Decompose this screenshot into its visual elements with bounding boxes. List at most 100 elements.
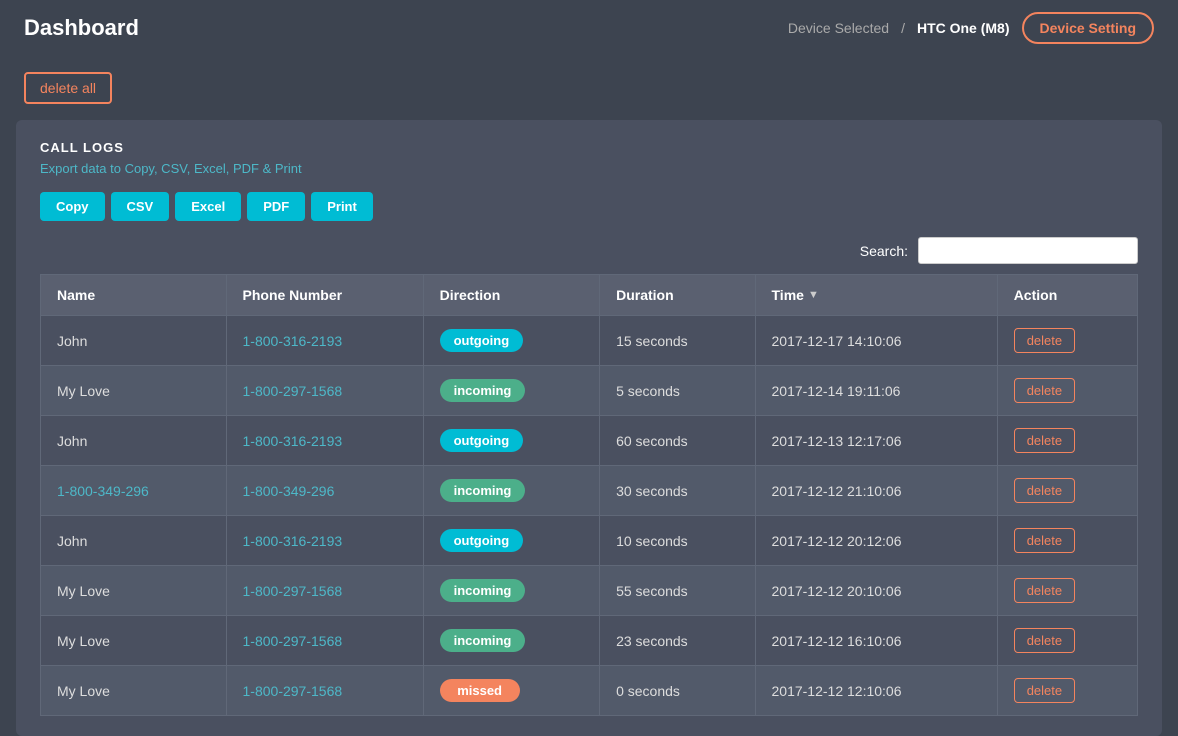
direction-badge: outgoing [440, 429, 524, 452]
cell-phone: 1-800-297-1568 [226, 666, 423, 716]
cell-action: delete [997, 466, 1137, 516]
cell-time: 2017-12-14 19:11:06 [755, 366, 997, 416]
search-label: Search: [860, 243, 908, 259]
toolbar: delete all [0, 56, 1178, 120]
delete-row-button[interactable]: delete [1014, 528, 1075, 553]
header-separator: / [901, 20, 905, 36]
col-phone: Phone Number [226, 275, 423, 316]
direction-badge: incoming [440, 629, 526, 652]
direction-badge: incoming [440, 379, 526, 402]
excel-button[interactable]: Excel [175, 192, 241, 221]
copy-button[interactable]: Copy [40, 192, 105, 221]
direction-badge: missed [440, 679, 520, 702]
export-buttons-row: Copy CSV Excel PDF Print [40, 192, 1138, 221]
cell-duration: 0 seconds [600, 666, 755, 716]
cell-name: John [41, 516, 227, 566]
cell-time: 2017-12-17 14:10:06 [755, 316, 997, 366]
cell-duration: 10 seconds [600, 516, 755, 566]
cell-duration: 55 seconds [600, 566, 755, 616]
cell-duration: 5 seconds [600, 366, 755, 416]
table-row: My Love1-800-297-1568 missed 0 seconds2017… [41, 666, 1138, 716]
cell-duration: 30 seconds [600, 466, 755, 516]
delete-row-button[interactable]: delete [1014, 578, 1075, 603]
cell-name: My Love [41, 366, 227, 416]
cell-phone: 1-800-316-2193 [226, 416, 423, 466]
cell-phone: 1-800-316-2193 [226, 516, 423, 566]
cell-direction: incoming [423, 566, 599, 616]
table-row: John1-800-316-2193outgoing15 seconds2017… [41, 316, 1138, 366]
search-row: Search: [40, 237, 1138, 264]
col-duration: Duration [600, 275, 755, 316]
direction-badge: incoming [440, 579, 526, 602]
cell-duration: 23 seconds [600, 616, 755, 666]
delete-row-button[interactable]: delete [1014, 478, 1075, 503]
table-header-row: Name Phone Number Direction Duration Tim… [41, 275, 1138, 316]
table-row: My Love1-800-297-1568 incoming 5 seconds20… [41, 366, 1138, 416]
col-time-label: Time [772, 287, 804, 303]
cell-time: 2017-12-12 20:12:06 [755, 516, 997, 566]
header-right: Device Selected / HTC One (M8) Device Se… [788, 12, 1154, 44]
table-row: My Love1-800-297-1568 incoming 23 seconds2… [41, 616, 1138, 666]
cell-phone: 1-800-316-2193 [226, 316, 423, 366]
delete-all-button[interactable]: delete all [24, 72, 112, 104]
delete-row-button[interactable]: delete [1014, 378, 1075, 403]
print-button[interactable]: Print [311, 192, 373, 221]
csv-button[interactable]: CSV [111, 192, 170, 221]
name-link[interactable]: 1-800-349-296 [57, 483, 149, 499]
device-setting-button[interactable]: Device Setting [1022, 12, 1154, 44]
device-selected-label: Device Selected [788, 20, 889, 36]
cell-name: My Love [41, 566, 227, 616]
cell-action: delete [997, 566, 1137, 616]
delete-row-button[interactable]: delete [1014, 328, 1075, 353]
table-row: John1-800-316-2193 outgoing 60 seconds2017… [41, 416, 1138, 466]
cell-action: delete [997, 366, 1137, 416]
delete-row-button[interactable]: delete [1014, 628, 1075, 653]
cell-phone: 1-800-297-1568 [226, 616, 423, 666]
cell-phone: 1-800-349-296 [226, 466, 423, 516]
direction-badge: outgoing [440, 529, 524, 552]
pdf-button[interactable]: PDF [247, 192, 305, 221]
col-direction: Direction [423, 275, 599, 316]
col-name: Name [41, 275, 227, 316]
table-row: My Love1-800-297-1568 incoming 55 seconds2… [41, 566, 1138, 616]
cell-phone: 1-800-297-1568 [226, 366, 423, 416]
cell-duration: 60 seconds [600, 416, 755, 466]
export-text-suffix: to Copy, CSV, Excel, PDF & Print [110, 161, 301, 176]
col-time[interactable]: Time ▼ [755, 275, 997, 316]
cell-time: 2017-12-12 20:10:06 [755, 566, 997, 616]
search-input[interactable] [918, 237, 1138, 264]
export-text-prefix: Export data [40, 161, 107, 176]
cell-time: 2017-12-12 12:10:06 [755, 666, 997, 716]
sort-arrow-icon: ▼ [808, 289, 819, 301]
header: Dashboard Device Selected / HTC One (M8)… [0, 0, 1178, 56]
export-description: Export data to Copy, CSV, Excel, PDF & P… [40, 161, 1138, 176]
cell-direction: incoming [423, 366, 599, 416]
cell-phone: 1-800-297-1568 [226, 566, 423, 616]
table-row: 1-800-349-296 1-800-349-296 incoming 30 sec… [41, 466, 1138, 516]
cell-action: delete [997, 666, 1137, 716]
cell-action: delete [997, 516, 1137, 566]
direction-badge: outgoing [440, 329, 524, 352]
cell-name: John [41, 416, 227, 466]
cell-name: John [41, 316, 227, 366]
cell-direction: missed [423, 666, 599, 716]
cell-time: 2017-12-13 12:17:06 [755, 416, 997, 466]
cell-direction: incoming [423, 616, 599, 666]
cell-action: delete [997, 616, 1137, 666]
table-row: John1-800-316-2193 outgoing 10 seconds2017… [41, 516, 1138, 566]
cell-direction: outgoing [423, 516, 599, 566]
direction-badge: incoming [440, 479, 526, 502]
dashboard-title: Dashboard [24, 15, 139, 41]
cell-time: 2017-12-12 16:10:06 [755, 616, 997, 666]
col-action: Action [997, 275, 1137, 316]
delete-row-button[interactable]: delete [1014, 428, 1075, 453]
section-title: CALL LOGS [40, 140, 1138, 155]
cell-name: My Love [41, 666, 227, 716]
device-name: HTC One (M8) [917, 20, 1010, 36]
delete-row-button[interactable]: delete [1014, 678, 1075, 703]
cell-action: delete [997, 416, 1137, 466]
table-wrapper: Name Phone Number Direction Duration Tim… [40, 274, 1138, 716]
cell-name: My Love [41, 616, 227, 666]
cell-action: delete [997, 316, 1137, 366]
call-logs-table: Name Phone Number Direction Duration Tim… [40, 274, 1138, 716]
